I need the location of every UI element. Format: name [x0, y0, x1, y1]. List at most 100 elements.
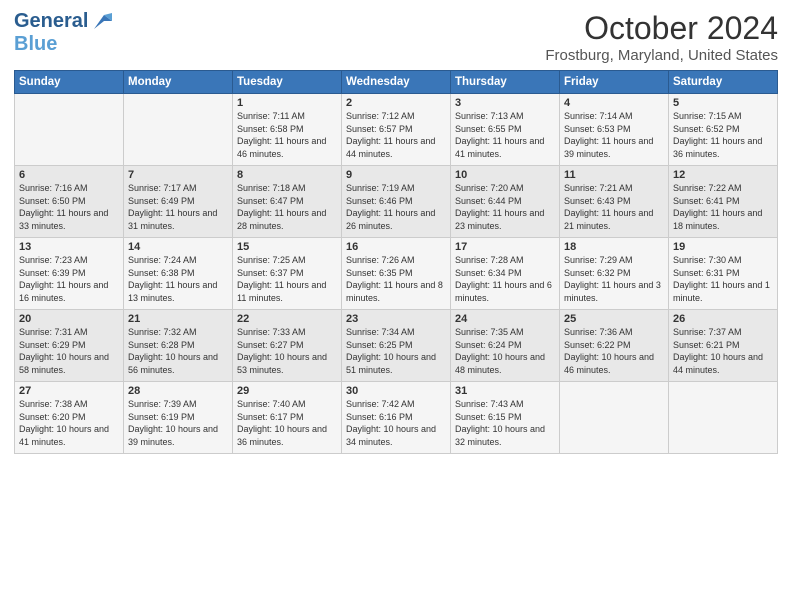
calendar-cell: 30Sunrise: 7:42 AM Sunset: 6:16 PM Dayli… — [342, 382, 451, 454]
calendar-week-5: 27Sunrise: 7:38 AM Sunset: 6:20 PM Dayli… — [15, 382, 778, 454]
calendar-cell: 5Sunrise: 7:15 AM Sunset: 6:52 PM Daylig… — [669, 94, 778, 166]
month-title: October 2024 — [545, 10, 778, 47]
day-number: 2 — [346, 97, 446, 109]
day-number: 31 — [455, 385, 555, 397]
calendar-cell: 9Sunrise: 7:19 AM Sunset: 6:46 PM Daylig… — [342, 166, 451, 238]
day-number: 5 — [673, 97, 773, 109]
day-info: Sunrise: 7:15 AM Sunset: 6:52 PM Dayligh… — [673, 110, 773, 160]
day-info: Sunrise: 7:25 AM Sunset: 6:37 PM Dayligh… — [237, 254, 337, 304]
day-number: 6 — [19, 169, 119, 181]
day-info: Sunrise: 7:16 AM Sunset: 6:50 PM Dayligh… — [19, 182, 119, 232]
calendar-cell: 23Sunrise: 7:34 AM Sunset: 6:25 PM Dayli… — [342, 310, 451, 382]
calendar-cell: 21Sunrise: 7:32 AM Sunset: 6:28 PM Dayli… — [124, 310, 233, 382]
calendar-week-4: 20Sunrise: 7:31 AM Sunset: 6:29 PM Dayli… — [15, 310, 778, 382]
day-number: 3 — [455, 97, 555, 109]
day-info: Sunrise: 7:26 AM Sunset: 6:35 PM Dayligh… — [346, 254, 446, 304]
day-info: Sunrise: 7:29 AM Sunset: 6:32 PM Dayligh… — [564, 254, 664, 304]
calendar-cell — [560, 382, 669, 454]
calendar-cell: 27Sunrise: 7:38 AM Sunset: 6:20 PM Dayli… — [15, 382, 124, 454]
day-number: 7 — [128, 169, 228, 181]
calendar-cell: 28Sunrise: 7:39 AM Sunset: 6:19 PM Dayli… — [124, 382, 233, 454]
day-number: 23 — [346, 313, 446, 325]
day-info: Sunrise: 7:40 AM Sunset: 6:17 PM Dayligh… — [237, 398, 337, 448]
day-number: 20 — [19, 313, 119, 325]
day-info: Sunrise: 7:18 AM Sunset: 6:47 PM Dayligh… — [237, 182, 337, 232]
day-info: Sunrise: 7:32 AM Sunset: 6:28 PM Dayligh… — [128, 326, 228, 376]
calendar-cell: 1Sunrise: 7:11 AM Sunset: 6:58 PM Daylig… — [233, 94, 342, 166]
header-row: Sunday Monday Tuesday Wednesday Thursday… — [15, 71, 778, 94]
day-number: 14 — [128, 241, 228, 253]
location-title: Frostburg, Maryland, United States — [545, 47, 778, 64]
calendar-cell: 4Sunrise: 7:14 AM Sunset: 6:53 PM Daylig… — [560, 94, 669, 166]
day-info: Sunrise: 7:37 AM Sunset: 6:21 PM Dayligh… — [673, 326, 773, 376]
day-info: Sunrise: 7:11 AM Sunset: 6:58 PM Dayligh… — [237, 110, 337, 160]
col-monday: Monday — [124, 71, 233, 94]
day-info: Sunrise: 7:30 AM Sunset: 6:31 PM Dayligh… — [673, 254, 773, 304]
day-info: Sunrise: 7:34 AM Sunset: 6:25 PM Dayligh… — [346, 326, 446, 376]
day-info: Sunrise: 7:17 AM Sunset: 6:49 PM Dayligh… — [128, 182, 228, 232]
calendar-cell: 12Sunrise: 7:22 AM Sunset: 6:41 PM Dayli… — [669, 166, 778, 238]
day-number: 26 — [673, 313, 773, 325]
day-number: 29 — [237, 385, 337, 397]
day-number: 18 — [564, 241, 664, 253]
day-number: 4 — [564, 97, 664, 109]
logo-blue-text: Blue — [14, 33, 57, 56]
logo-blue-label: Blue — [14, 33, 57, 55]
day-number: 24 — [455, 313, 555, 325]
day-number: 28 — [128, 385, 228, 397]
day-info: Sunrise: 7:21 AM Sunset: 6:43 PM Dayligh… — [564, 182, 664, 232]
calendar-cell: 8Sunrise: 7:18 AM Sunset: 6:47 PM Daylig… — [233, 166, 342, 238]
col-wednesday: Wednesday — [342, 71, 451, 94]
day-number: 16 — [346, 241, 446, 253]
day-info: Sunrise: 7:35 AM Sunset: 6:24 PM Dayligh… — [455, 326, 555, 376]
page-container: General Blue October 2024 Frostburg, Mar… — [0, 0, 792, 464]
calendar-cell: 20Sunrise: 7:31 AM Sunset: 6:29 PM Dayli… — [15, 310, 124, 382]
calendar-cell — [15, 94, 124, 166]
day-number: 30 — [346, 385, 446, 397]
col-sunday: Sunday — [15, 71, 124, 94]
calendar-cell: 11Sunrise: 7:21 AM Sunset: 6:43 PM Dayli… — [560, 166, 669, 238]
day-number: 8 — [237, 169, 337, 181]
day-number: 12 — [673, 169, 773, 181]
calendar-week-1: 1Sunrise: 7:11 AM Sunset: 6:58 PM Daylig… — [15, 94, 778, 166]
day-info: Sunrise: 7:12 AM Sunset: 6:57 PM Dayligh… — [346, 110, 446, 160]
day-number: 17 — [455, 241, 555, 253]
logo-general: General — [14, 10, 88, 33]
calendar-cell — [124, 94, 233, 166]
day-info: Sunrise: 7:33 AM Sunset: 6:27 PM Dayligh… — [237, 326, 337, 376]
day-number: 1 — [237, 97, 337, 109]
logo: General Blue — [14, 10, 112, 56]
day-info: Sunrise: 7:31 AM Sunset: 6:29 PM Dayligh… — [19, 326, 119, 376]
day-number: 10 — [455, 169, 555, 181]
day-number: 21 — [128, 313, 228, 325]
day-info: Sunrise: 7:19 AM Sunset: 6:46 PM Dayligh… — [346, 182, 446, 232]
calendar-header: Sunday Monday Tuesday Wednesday Thursday… — [15, 71, 778, 94]
day-info: Sunrise: 7:23 AM Sunset: 6:39 PM Dayligh… — [19, 254, 119, 304]
calendar-cell: 25Sunrise: 7:36 AM Sunset: 6:22 PM Dayli… — [560, 310, 669, 382]
calendar-cell: 24Sunrise: 7:35 AM Sunset: 6:24 PM Dayli… — [451, 310, 560, 382]
calendar-cell: 15Sunrise: 7:25 AM Sunset: 6:37 PM Dayli… — [233, 238, 342, 310]
day-number: 27 — [19, 385, 119, 397]
calendar-cell: 10Sunrise: 7:20 AM Sunset: 6:44 PM Dayli… — [451, 166, 560, 238]
calendar-cell: 6Sunrise: 7:16 AM Sunset: 6:50 PM Daylig… — [15, 166, 124, 238]
calendar-cell: 31Sunrise: 7:43 AM Sunset: 6:15 PM Dayli… — [451, 382, 560, 454]
calendar-cell: 13Sunrise: 7:23 AM Sunset: 6:39 PM Dayli… — [15, 238, 124, 310]
day-info: Sunrise: 7:22 AM Sunset: 6:41 PM Dayligh… — [673, 182, 773, 232]
calendar-cell: 26Sunrise: 7:37 AM Sunset: 6:21 PM Dayli… — [669, 310, 778, 382]
day-info: Sunrise: 7:38 AM Sunset: 6:20 PM Dayligh… — [19, 398, 119, 448]
day-info: Sunrise: 7:20 AM Sunset: 6:44 PM Dayligh… — [455, 182, 555, 232]
logo-wrapper: General — [14, 10, 112, 33]
day-number: 15 — [237, 241, 337, 253]
page-header: General Blue October 2024 Frostburg, Mar… — [14, 10, 778, 64]
calendar-cell: 2Sunrise: 7:12 AM Sunset: 6:57 PM Daylig… — [342, 94, 451, 166]
calendar-cell: 3Sunrise: 7:13 AM Sunset: 6:55 PM Daylig… — [451, 94, 560, 166]
calendar-cell — [669, 382, 778, 454]
calendar-cell: 14Sunrise: 7:24 AM Sunset: 6:38 PM Dayli… — [124, 238, 233, 310]
day-info: Sunrise: 7:39 AM Sunset: 6:19 PM Dayligh… — [128, 398, 228, 448]
title-block: October 2024 Frostburg, Maryland, United… — [545, 10, 778, 64]
day-info: Sunrise: 7:14 AM Sunset: 6:53 PM Dayligh… — [564, 110, 664, 160]
col-thursday: Thursday — [451, 71, 560, 94]
day-number: 22 — [237, 313, 337, 325]
calendar-cell: 22Sunrise: 7:33 AM Sunset: 6:27 PM Dayli… — [233, 310, 342, 382]
calendar-cell: 29Sunrise: 7:40 AM Sunset: 6:17 PM Dayli… — [233, 382, 342, 454]
